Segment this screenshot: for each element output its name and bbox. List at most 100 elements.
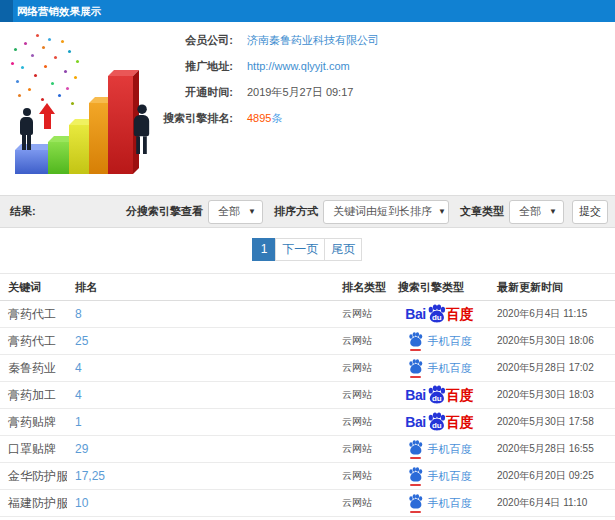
baidu-logo-cn: 百度 [446, 415, 474, 429]
engine-rank-value: 4895条 [247, 111, 282, 126]
baidu-mobile-logo: 手机百度 [408, 440, 472, 459]
engine-filter-select[interactable]: 全部▼ [208, 200, 263, 224]
table-row: 膏药代工 25 云网站 手 [0, 328, 615, 355]
col-keyword: 关键词 [0, 274, 67, 301]
search-engine-cell: 手机百度 [390, 355, 489, 382]
baidu-logo-latin: Bai [405, 388, 425, 402]
col-engine-type: 搜索引擎类型 [390, 274, 489, 301]
rank-type-cell: 云网站 [334, 463, 390, 490]
search-engine-cell: 手机百度 [390, 490, 489, 517]
engine-rank-label: 搜索引擎排名: [0, 111, 233, 126]
keyword-cell: 秦鲁药业 [0, 355, 67, 382]
table-row: 膏药加工 4 云网站 Bai du 百度 2020年5月30日 18:03 [0, 382, 615, 409]
submit-button[interactable]: 提交 [572, 200, 608, 224]
member-company-link[interactable]: 济南秦鲁药业科技有限公司 [247, 33, 379, 48]
rank-type-cell: 云网站 [334, 436, 390, 463]
mobile-baidu-icon [408, 359, 423, 378]
filter-bar: 结果: 分搜索引擎查看 全部▼ 排序方式 关键词由短到长排序▼ 文章类型 全部▼… [0, 195, 615, 228]
baidu-logo-cn: 百度 [446, 388, 474, 402]
last-page-button[interactable]: 尾页 [324, 238, 362, 261]
promo-url-link[interactable]: http://www.qlyyjt.com [247, 60, 350, 72]
search-engine-cell: 手机百度 [390, 463, 489, 490]
search-engine-cell: 手机百度 [390, 436, 489, 463]
rank-cell[interactable]: 1 [67, 409, 334, 436]
caret-down-icon: ▼ [549, 207, 557, 216]
engine-filter-label: 分搜索引擎查看 [126, 204, 203, 219]
baidu-paw-icon: du [427, 304, 446, 323]
member-company-row: 会员公司: 济南秦鲁药业科技有限公司 [0, 27, 615, 53]
update-time-cell: 2020年5月28日 17:02 [489, 355, 615, 382]
page: 网络营销效果展示 会员公司: 济南秦鲁药业科技有限公司 推广地址: http:/… [0, 0, 615, 520]
article-type-select[interactable]: 全部▼ [509, 200, 564, 224]
table-row: 金华防护服 17,25 云网站 [0, 463, 615, 490]
titlebar-accent [0, 0, 13, 22]
open-time-row: 开通时间: 2019年5月27日 09:17 [0, 79, 615, 105]
mobile-baidu-icon [408, 494, 423, 513]
svg-text:du: du [432, 420, 442, 429]
rank-cell[interactable]: 4 [67, 382, 334, 409]
update-time-cell: 2020年5月28日 16:55 [489, 436, 615, 463]
mobile-baidu-icon [408, 332, 423, 351]
open-time-value: 2019年5月27日 09:17 [247, 85, 353, 100]
article-type-label: 文章类型 [460, 204, 504, 219]
col-update-time: 最新更新时间 [489, 274, 615, 301]
rank-type-cell: 云网站 [334, 301, 390, 328]
engine-rank-row: 搜索引擎排名: 4895条 [0, 105, 615, 131]
keyword-cell [0, 517, 67, 520]
baidu-mobile-logo: 手机百度 [408, 494, 472, 513]
search-engine-cell: Bai du 百度 [390, 382, 489, 409]
sort-select[interactable]: 关键词由短到长排序▼ [323, 200, 449, 224]
rank-cell[interactable]: 4 [67, 355, 334, 382]
keyword-cell: 膏药代工 [0, 301, 67, 328]
baidu-paw-icon: du [427, 385, 446, 404]
table-header-row: 关键词 排名 排名类型 搜索引擎类型 最新更新时间 [0, 274, 615, 301]
promo-url-row: 推广地址: http://www.qlyyjt.com [0, 53, 615, 79]
table-row: 膏药代工 8 云网站 Bai du 百度 2020年6月4日 11:15 [0, 301, 615, 328]
table-row: 福建防护服 10 云网站 [0, 490, 615, 517]
rank-cell[interactable] [67, 517, 334, 520]
page-1-button[interactable]: 1 [252, 238, 277, 261]
keyword-cell: 膏药贴牌 [0, 409, 67, 436]
mobile-baidu-label: 手机百度 [428, 469, 472, 484]
open-time-label: 开通时间: [0, 85, 233, 100]
table-row: 口罩贴牌 29 云网站 手 [0, 436, 615, 463]
svg-text:du: du [432, 393, 442, 402]
update-time-cell: 2020年5月30日 18:03 [489, 382, 615, 409]
update-time-cell: 2020年6月4日 11:10 [489, 490, 615, 517]
table-body: 膏药代工 8 云网站 Bai du 百度 2020年6月4日 11:15 [0, 301, 615, 520]
baidu-mobile-logo: 手机百度 [408, 359, 472, 378]
filter-controls: 分搜索引擎查看 全部▼ 排序方式 关键词由短到长排序▼ 文章类型 全部▼ 提交 [115, 200, 608, 224]
rank-cell[interactable]: 25 [67, 328, 334, 355]
update-time-cell: 2020年5月30日 17:58 [489, 409, 615, 436]
baidu-pc-logo: Bai du 百度 [405, 413, 473, 432]
promo-url-label: 推广地址: [0, 59, 233, 74]
chart-bar-blue [15, 150, 49, 174]
member-company-label: 会员公司: [0, 33, 233, 48]
search-engine-cell: Bai du 百度 [390, 409, 489, 436]
update-time-cell: 2020年6月4日 11:15 [489, 301, 615, 328]
rank-type-cell: 云网站 [334, 382, 390, 409]
rank-cell[interactable]: 29 [67, 436, 334, 463]
rank-cell[interactable]: 8 [67, 301, 334, 328]
update-time-cell: 2020年6月20日 09:25 [489, 463, 615, 490]
col-rank: 排名 [67, 274, 334, 301]
rank-cell[interactable]: 17,25 [67, 463, 334, 490]
baidu-pc-logo: Bai du 百度 [405, 305, 473, 324]
keyword-cell: 膏药加工 [0, 382, 67, 409]
update-time-cell [489, 517, 615, 520]
search-engine-cell: 手机百度 [390, 328, 489, 355]
mobile-baidu-label: 手机百度 [428, 361, 472, 376]
search-engine-cell: Bai du 百度 [390, 301, 489, 328]
col-rank-type: 排名类型 [334, 274, 390, 301]
keyword-cell: 膏药代工 [0, 328, 67, 355]
baidu-mobile-logo: 手机百度 [408, 332, 472, 351]
mobile-baidu-icon [408, 467, 423, 486]
table-row: Bai du 百度 [0, 517, 615, 520]
svg-text:du: du [432, 312, 442, 321]
mobile-baidu-label: 手机百度 [428, 442, 472, 457]
next-page-button[interactable]: 下一页 [275, 238, 325, 261]
keyword-cell: 口罩贴牌 [0, 436, 67, 463]
rank-cell[interactable]: 10 [67, 490, 334, 517]
mobile-baidu-label: 手机百度 [428, 496, 472, 511]
keyword-cell: 金华防护服 [0, 463, 67, 490]
